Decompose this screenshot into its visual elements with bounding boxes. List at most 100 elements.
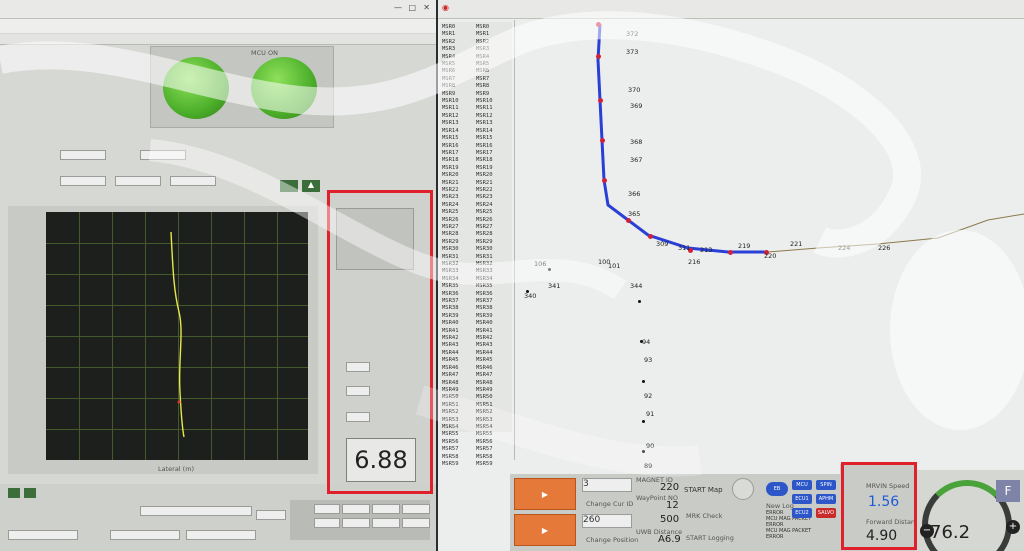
msr-list-item[interactable]: MSR55 (442, 431, 459, 438)
msr-list-item[interactable]: MSR35 (476, 283, 493, 290)
msr-list-item[interactable]: MSR6 (476, 68, 493, 75)
msr-list-item[interactable]: MSR19 (442, 165, 459, 172)
chevron-up-icon[interactable]: ▲ (302, 180, 320, 192)
msr-list-item[interactable]: MSR40 (442, 320, 459, 327)
msr-list-item[interactable]: MSR28 (442, 231, 459, 238)
msr-list-item[interactable]: MSR37 (476, 298, 493, 305)
msr-list-item[interactable]: MSR35 (442, 283, 459, 290)
msr-list-item[interactable]: MSR3 (442, 46, 459, 53)
bottom-field-2[interactable] (256, 510, 286, 520)
msr-list-item[interactable]: MSR30 (442, 246, 459, 253)
msr-list-item[interactable]: MSR34 (442, 276, 459, 283)
bottom-toggle-1[interactable] (8, 488, 20, 498)
msr-list-item[interactable]: MSR33 (476, 268, 493, 275)
msr-list-item[interactable]: MSR17 (476, 150, 493, 157)
msr-list-item[interactable]: MSR47 (442, 372, 459, 379)
msr-list-item[interactable]: MSR28 (476, 231, 493, 238)
msr-list-item[interactable]: MSR7 (442, 76, 459, 83)
msr-list-item[interactable]: MSR2 (442, 39, 459, 46)
msr-list-item[interactable]: MSR4 (442, 54, 459, 61)
msr-list-item[interactable]: MSR24 (442, 202, 459, 209)
minus-icon[interactable]: − (920, 524, 934, 538)
msr-list-item[interactable]: MSR14 (442, 128, 459, 135)
auto-drive-button[interactable]: ▶ (514, 514, 576, 546)
status-button[interactable]: SALVO (816, 508, 836, 518)
msr-list-item[interactable]: MSR42 (476, 335, 493, 342)
msr-list-item[interactable]: MSR26 (476, 217, 493, 224)
msr-list-item[interactable]: MSR25 (442, 209, 459, 216)
status-button[interactable]: APHM (816, 494, 836, 504)
msr-list-item[interactable]: MSR6 (442, 68, 459, 75)
msr-list-item[interactable]: MSR9 (476, 91, 493, 98)
change-cur-input[interactable]: 3 (582, 478, 632, 492)
msr-list-item[interactable]: MSR39 (476, 313, 493, 320)
msr-list-item[interactable]: MSR0 (476, 24, 493, 31)
msr-list-item[interactable]: MSR29 (476, 239, 493, 246)
msr-list-item[interactable]: MSR45 (476, 357, 493, 364)
msr-list-item[interactable]: MSR22 (442, 187, 459, 194)
start-map-button[interactable]: START Map (684, 486, 723, 494)
msr-list-item[interactable]: MSR44 (476, 350, 493, 357)
msr-list-item[interactable]: MSR5 (476, 61, 493, 68)
msr-list-item[interactable]: MSR51 (442, 402, 459, 409)
msr-list-item[interactable]: MSR12 (476, 113, 493, 120)
msr-list-item[interactable]: MSR49 (476, 387, 493, 394)
msr-list-item[interactable]: MSR19 (476, 165, 493, 172)
msr-list-item[interactable]: MSR15 (442, 135, 459, 142)
msr-list-item[interactable]: MSR50 (476, 394, 493, 401)
msr-list-item[interactable]: MSR25 (476, 209, 493, 216)
msr-list-item[interactable]: MSR21 (476, 180, 493, 187)
msr-list-item[interactable]: MSR42 (442, 335, 459, 342)
msr-list-item[interactable]: MSR12 (442, 113, 459, 120)
param-field-2[interactable] (140, 150, 186, 160)
msr-list-item[interactable]: MSR14 (476, 128, 493, 135)
msr-list-item[interactable]: MSR47 (476, 372, 493, 379)
msr-list-item[interactable]: MSR3 (476, 46, 493, 53)
msr-list-item[interactable]: MSR44 (442, 350, 459, 357)
msr-list-item[interactable]: MSR24 (476, 202, 493, 209)
mrk-check-box[interactable]: MRK Check (686, 512, 722, 520)
change-position-input[interactable]: 260 (582, 514, 632, 528)
msr-list-item[interactable]: MSR52 (476, 409, 493, 416)
msr-list-item[interactable]: MSR57 (476, 446, 493, 453)
status-button[interactable]: MCU (792, 480, 812, 490)
msr-list-item[interactable]: MSR57 (442, 446, 459, 453)
status-button[interactable]: SPIN (816, 480, 836, 490)
msr-list-item[interactable]: MSR13 (442, 120, 459, 127)
msr-list-item[interactable]: MSR51 (476, 402, 493, 409)
msr-list-item[interactable]: MSR18 (442, 157, 459, 164)
close-icon[interactable]: ✕ (423, 3, 430, 12)
msr-list-item[interactable]: MSR41 (442, 328, 459, 335)
msr-list-item[interactable]: MSR23 (476, 194, 493, 201)
msr-list-item[interactable]: MSR15 (476, 135, 493, 142)
msr-list-item[interactable]: MSR53 (442, 417, 459, 424)
msr-list-item[interactable]: MSR7 (476, 76, 493, 83)
msr-list-item[interactable]: MSR27 (442, 224, 459, 231)
msr-list-item[interactable]: MSR32 (476, 261, 493, 268)
msr-list-item[interactable]: MSR43 (442, 342, 459, 349)
msr-list-item[interactable]: MSR54 (442, 424, 459, 431)
plus-icon[interactable]: + (1006, 520, 1020, 534)
msr-list-item[interactable]: MSR9 (442, 91, 459, 98)
dial-knob[interactable] (732, 478, 754, 500)
msr-list-item[interactable]: MSR41 (476, 328, 493, 335)
param-field-3[interactable] (60, 176, 106, 186)
param-field-5[interactable] (170, 176, 216, 186)
msr-list-item[interactable]: MSR17 (442, 150, 459, 157)
status-button[interactable]: ECU2 (792, 508, 812, 518)
msr-list-item[interactable]: MSR20 (442, 172, 459, 179)
param-field-1[interactable] (60, 150, 106, 160)
msr-list-item[interactable]: MSR0 (442, 24, 459, 31)
msr-list-item[interactable]: MSR38 (476, 305, 493, 312)
msr-list-item[interactable]: MSR39 (442, 313, 459, 320)
new-log-check[interactable]: New Log (766, 502, 794, 510)
msr-list-item[interactable]: MSR48 (442, 380, 459, 387)
msr-list-item[interactable]: MSR36 (442, 291, 459, 298)
msr-list-item[interactable]: MSR48 (476, 380, 493, 387)
up-arrow-button[interactable] (280, 180, 298, 192)
msr-list-item[interactable]: MSR13 (476, 120, 493, 127)
msr-list-item[interactable]: MSR8 (442, 83, 459, 90)
msr-list-item[interactable]: MSR49 (442, 387, 459, 394)
msr-list-item[interactable]: MSR21 (442, 180, 459, 187)
msr-list-item[interactable]: MSR4 (476, 54, 493, 61)
